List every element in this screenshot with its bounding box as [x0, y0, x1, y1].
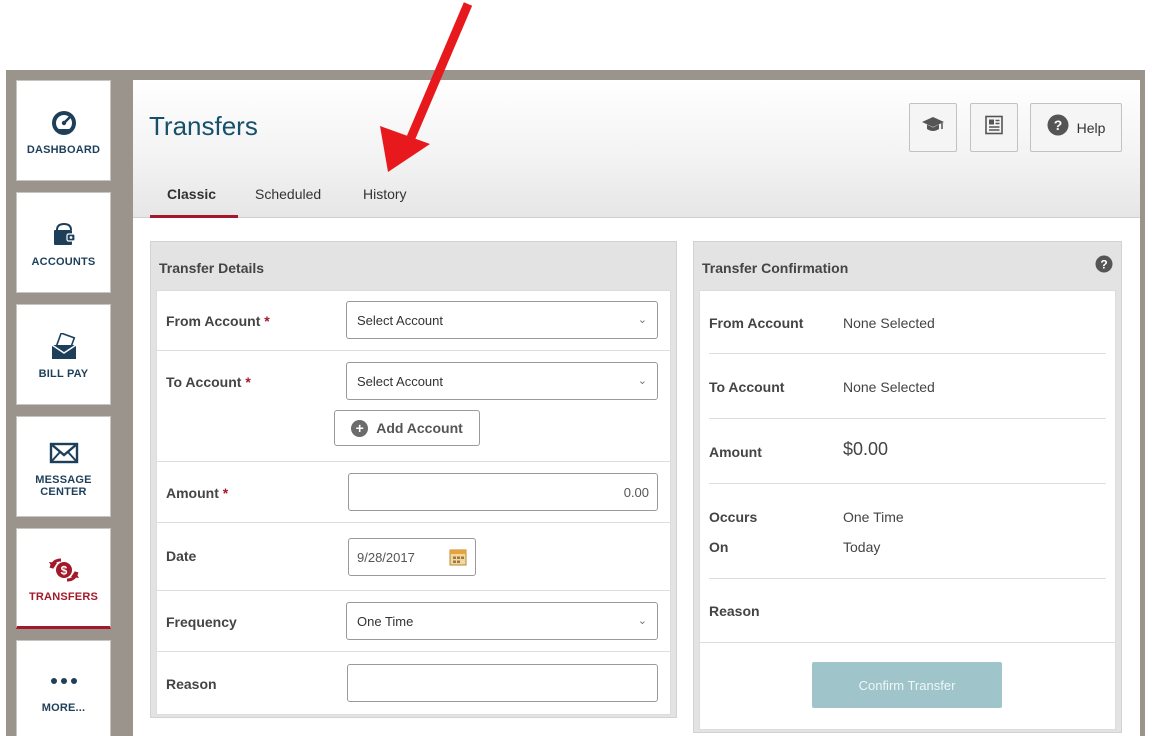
- annotation-arrow-shaft: [405, 2, 473, 142]
- annotation-arrow: [380, 2, 473, 172]
- annotation-arrow-head: [380, 126, 430, 172]
